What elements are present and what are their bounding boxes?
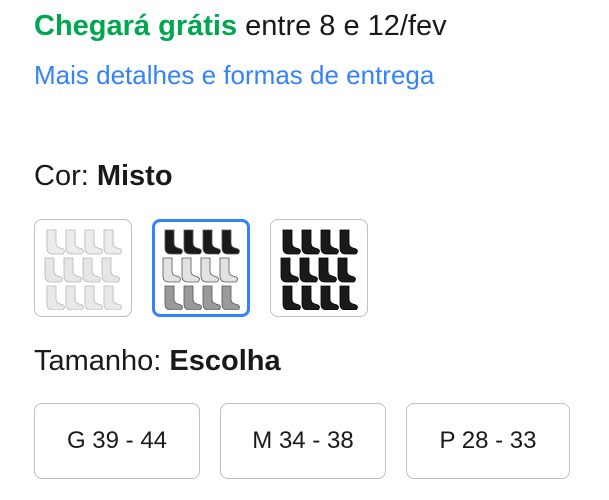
color-swatch-black-socks-pack[interactable]: [270, 219, 368, 317]
sock-shape: [339, 285, 358, 310]
sock-shape: [318, 257, 337, 283]
delivery-date-text: entre 8 e 12/fev: [237, 10, 447, 42]
sock-shape: [299, 257, 318, 283]
size-option-button[interactable]: P 28 - 33: [406, 403, 570, 479]
sock-shape: [44, 257, 63, 283]
color-swatch-white-socks-pack[interactable]: [34, 219, 132, 317]
sock-shape: [84, 229, 103, 255]
color-swatch-list: [34, 219, 368, 317]
socks-icon: [44, 229, 122, 310]
sock-shape: [162, 257, 181, 283]
sock-shape: [282, 285, 301, 310]
sock-shape: [200, 257, 219, 283]
sock-shape: [183, 229, 202, 255]
sock-shape: [164, 229, 183, 255]
sock-shape: [46, 229, 65, 255]
color-label: Cor: Misto: [34, 158, 173, 194]
free-shipping-label: Chegará grátis: [34, 10, 238, 42]
sock-shape: [181, 257, 200, 283]
sock-shape: [202, 229, 221, 255]
selected-size-value: Escolha: [169, 345, 281, 377]
selected-color-value: Misto: [96, 160, 173, 192]
sock-shape: [282, 229, 301, 255]
sock-shape: [46, 285, 65, 310]
size-label-prefix: Tamanho:: [34, 345, 170, 377]
sock-shape: [84, 285, 103, 310]
color-label-prefix: Cor:: [34, 160, 97, 192]
sock-shape: [221, 229, 240, 255]
sock-shape: [202, 285, 221, 310]
sock-shape: [219, 257, 238, 283]
socks-icon: [280, 229, 358, 310]
color-swatch-mixed-socks-pack[interactable]: [152, 219, 250, 317]
sock-shape: [103, 229, 122, 255]
shipping-info: Chegará grátis entre 8 e 12/fev: [34, 8, 447, 44]
size-option-button[interactable]: G 39 - 44: [34, 403, 200, 479]
sock-shape: [164, 285, 183, 310]
sock-shape: [65, 285, 84, 310]
sock-shape: [103, 285, 122, 310]
sock-shape: [65, 229, 84, 255]
sock-shape: [101, 257, 120, 283]
shipping-details-link[interactable]: Mais detalhes e formas de entrega: [34, 58, 434, 92]
sock-shape: [301, 285, 320, 310]
sock-shape: [301, 229, 320, 255]
size-option-button[interactable]: M 34 - 38: [220, 403, 386, 479]
sock-shape: [320, 229, 339, 255]
socks-icon: [162, 229, 240, 310]
sock-shape: [82, 257, 101, 283]
size-option-list: G 39 - 44 M 34 - 38 P 28 - 33: [34, 403, 570, 479]
sock-shape: [183, 285, 202, 310]
sock-shape: [337, 257, 356, 283]
sock-shape: [320, 285, 339, 310]
sock-shape: [339, 229, 358, 255]
sock-shape: [63, 257, 82, 283]
sock-shape: [280, 257, 299, 283]
size-label: Tamanho: Escolha: [34, 343, 281, 379]
sock-shape: [221, 285, 240, 310]
